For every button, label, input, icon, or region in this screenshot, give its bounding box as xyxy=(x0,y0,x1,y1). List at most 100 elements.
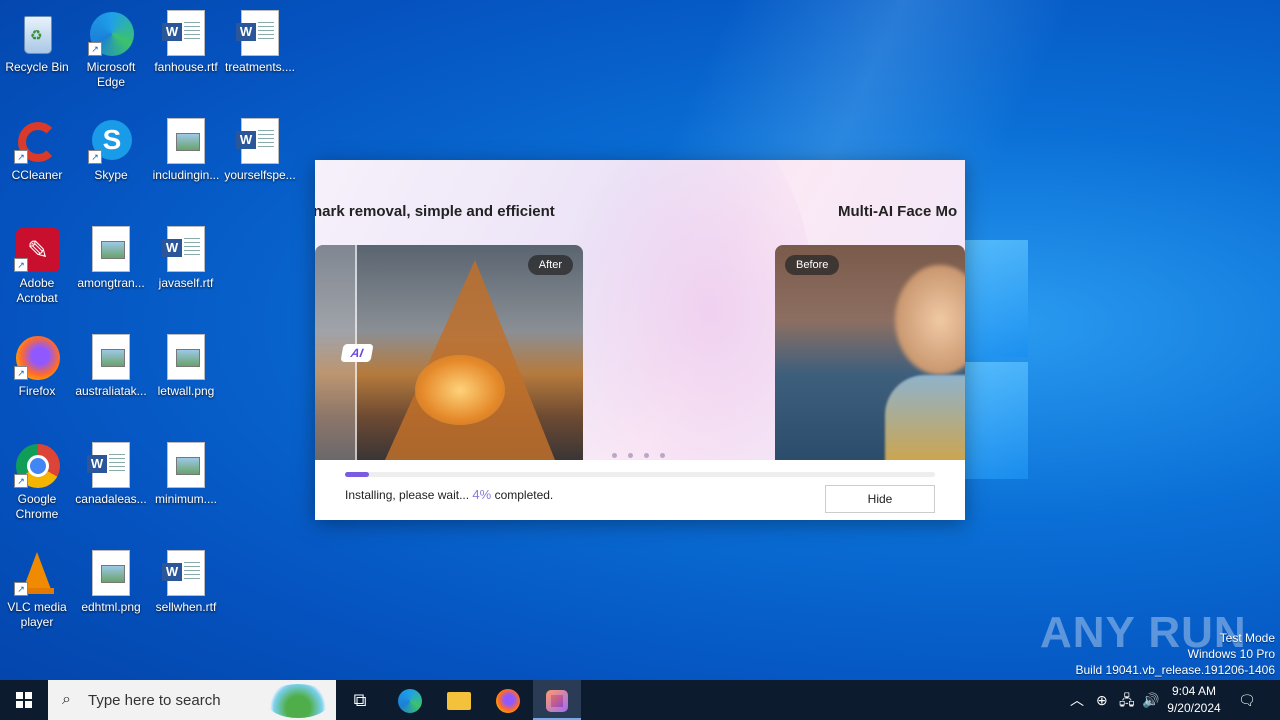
windows-edition-text: Windows 10 Pro xyxy=(1187,647,1275,661)
desktop-icon-fanhouse[interactable]: W fanhouse.rtf xyxy=(149,4,223,75)
icon-label: edhtml.png xyxy=(81,600,141,614)
shortcut-arrow-icon: ↗ xyxy=(14,474,28,488)
installer-window: nark removal, simple and efficient Multi… xyxy=(315,160,965,520)
desktop-icon-edge[interactable]: ↗ Microsoft Edge xyxy=(74,4,148,90)
skype-icon: S ↗ xyxy=(88,118,134,164)
show-hidden-icons-button[interactable]: ︿ xyxy=(1070,680,1084,720)
clock-time: 9:04 AM xyxy=(1171,684,1217,698)
desktop-icon-skype[interactable]: S ↗ Skype xyxy=(74,112,148,183)
before-tag: Before xyxy=(785,255,840,275)
icon-label: Firefox xyxy=(18,384,56,398)
desktop-icon-vlc[interactable]: ↗ VLC media player xyxy=(0,544,74,630)
icon-label: yourselfspe... xyxy=(224,168,296,182)
desktop-icon-ccleaner[interactable]: ↗ CCleaner xyxy=(0,112,74,183)
action-center-button[interactable]: 🗨 xyxy=(1238,680,1258,720)
image-file-icon xyxy=(88,334,134,380)
task-view-button[interactable]: ⧉ xyxy=(336,680,384,720)
chrome-icon: ↗ xyxy=(14,442,60,488)
taskbar-search-box[interactable]: ⌕ Type here to search xyxy=(48,680,336,720)
search-icon: ⌕ xyxy=(62,691,71,708)
desktop-icon-minimum[interactable]: minimum.... xyxy=(149,436,223,507)
desktop-icon-google-chrome[interactable]: ↗ Google Chrome xyxy=(0,436,74,522)
shortcut-arrow-icon: ↗ xyxy=(14,582,28,596)
desktop-icon-javaself[interactable]: W javaself.rtf xyxy=(149,220,223,291)
progress-track xyxy=(345,472,935,477)
chevron-up-icon: ︿ xyxy=(1070,692,1084,708)
taskbar-edge-button[interactable] xyxy=(386,680,434,720)
test-mode-text: Test Mode xyxy=(1219,631,1275,645)
slide-title-watermark-removal: nark removal, simple and efficient xyxy=(315,203,555,220)
icon-label: letwall.png xyxy=(157,384,215,398)
desktop-icon-yourselfspe[interactable]: W yourselfspe... xyxy=(223,112,297,183)
vlc-cone-icon: ↗ xyxy=(14,550,60,596)
tray-app-button[interactable]: ⊕ xyxy=(1096,680,1108,720)
desktop-icon-edhtml[interactable]: edhtml.png xyxy=(74,544,148,615)
image-file-icon xyxy=(163,442,209,488)
install-status: Installing, please wait... 4% completed. xyxy=(345,487,553,502)
word-document-icon: W xyxy=(236,118,283,164)
network-button[interactable]: 🖧 xyxy=(1119,680,1135,720)
taskbar-firefox-button[interactable] xyxy=(484,680,532,720)
word-document-icon: W xyxy=(236,10,283,56)
taskbar-installer-button[interactable] xyxy=(533,680,581,720)
taskbar: ⌕ Type here to search ⧉ ︿ ⊕ 🖧 🔊 9:04 AM … xyxy=(0,680,1280,720)
desktop-icon-recycle-bin[interactable]: ♻ Recycle Bin xyxy=(0,4,74,75)
ccleaner-icon: ↗ xyxy=(14,118,60,164)
acrobat-icon: ✎ ↗ xyxy=(14,226,60,272)
taskbar-file-explorer-button[interactable] xyxy=(435,680,483,720)
icon-label: Google Chrome xyxy=(15,492,59,521)
icon-label: Adobe Acrobat xyxy=(16,276,58,305)
icon-label: amongtran... xyxy=(77,276,145,290)
installer-app-icon xyxy=(546,690,568,713)
status-suffix: completed. xyxy=(494,488,554,502)
image-file-icon xyxy=(163,334,209,380)
desktop-icon-firefox[interactable]: ↗ Firefox xyxy=(0,328,74,399)
search-highlight-icon xyxy=(266,684,330,718)
volume-button[interactable]: 🔊 xyxy=(1142,680,1159,720)
shortcut-arrow-icon: ↗ xyxy=(88,42,102,56)
icon-label: treatments.... xyxy=(224,60,296,74)
icon-label: javaself.rtf xyxy=(158,276,214,290)
edge-icon: ↗ xyxy=(88,10,134,56)
desktop-icon-sellwhen[interactable]: W sellwhen.rtf xyxy=(149,544,223,615)
taskbar-clock[interactable]: 9:04 AM 9/20/2024 xyxy=(1160,683,1228,717)
image-file-icon xyxy=(88,226,134,272)
folder-icon xyxy=(447,692,471,711)
windows-icon xyxy=(16,692,32,708)
image-file-icon xyxy=(163,118,209,164)
status-prefix: Installing, please wait... xyxy=(345,488,470,502)
desktop-icon-treatments[interactable]: W treatments.... xyxy=(223,4,297,75)
desktop-icon-includingin[interactable]: includingin... xyxy=(149,112,223,183)
icon-label: Recycle Bin xyxy=(5,60,69,74)
desktop-icon-australiatak[interactable]: australiatak... xyxy=(74,328,148,399)
carousel-dots[interactable] xyxy=(612,445,676,460)
recycle-bin-icon: ♻ xyxy=(14,10,60,56)
icon-label: fanhouse.rtf xyxy=(154,60,218,74)
word-document-icon: W xyxy=(162,10,209,56)
face-preview-image: Before xyxy=(775,245,965,460)
slide-title-face: Multi-AI Face Mo xyxy=(838,203,958,220)
after-tag: After xyxy=(527,255,573,275)
desktop-icon-adobe-acrobat[interactable]: ✎ ↗ Adobe Acrobat xyxy=(0,220,74,306)
word-document-icon: W xyxy=(162,226,209,272)
carousel-dot[interactable] xyxy=(660,453,665,458)
carousel-dot[interactable] xyxy=(644,453,649,458)
shortcut-arrow-icon: ↗ xyxy=(14,150,28,164)
carousel-dot[interactable] xyxy=(612,453,617,458)
desktop-icon-letwall[interactable]: letwall.png xyxy=(149,328,223,399)
status-percent: 4% xyxy=(472,487,492,502)
firefox-icon xyxy=(496,689,520,714)
hide-button[interactable]: Hide xyxy=(825,485,935,513)
start-button[interactable] xyxy=(0,680,48,720)
icon-label: CCleaner xyxy=(11,168,63,182)
network-icon: 🖧 xyxy=(1119,692,1135,708)
carousel-dot[interactable] xyxy=(628,453,633,458)
task-view-icon: ⧉ xyxy=(353,690,367,710)
desktop-icon-amongtran[interactable]: amongtran... xyxy=(74,220,148,291)
icon-label: australiatak... xyxy=(75,384,147,398)
desktop-icon-canadaleas[interactable]: W canadaleas... xyxy=(74,436,148,507)
clock-date: 9/20/2024 xyxy=(1167,701,1221,715)
system-info: Test Mode Windows 10 Pro Build 19041.vb_… xyxy=(1076,630,1276,678)
image-file-icon xyxy=(88,550,134,596)
ai-badge: AI xyxy=(340,344,374,362)
